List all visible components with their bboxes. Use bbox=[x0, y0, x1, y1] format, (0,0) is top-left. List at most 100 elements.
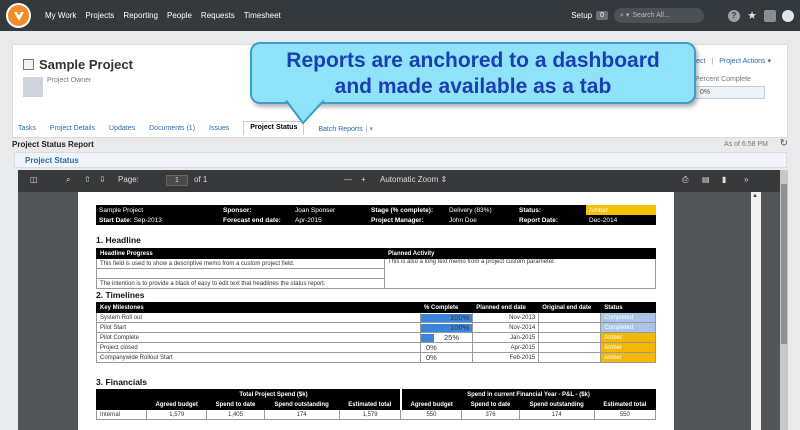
financials-title: 3. Financials bbox=[96, 377, 148, 387]
planned-activity-1: This is also a long text memo from a pro… bbox=[384, 258, 656, 289]
tab-batch-reports-label: Batch Reports bbox=[318, 126, 363, 133]
app-logo-icon[interactable] bbox=[6, 3, 31, 28]
fin-row: Internal 1,579 1,405 174 1,579 550 376 174 550 bbox=[96, 409, 657, 420]
col-original-end: Original end date bbox=[538, 302, 602, 313]
print-icon[interactable]: ⎙ bbox=[682, 175, 688, 185]
nav-people[interactable]: People bbox=[167, 11, 192, 20]
nav-projects[interactable]: Projects bbox=[85, 11, 114, 20]
headline-spacer bbox=[96, 268, 385, 279]
fin-value: 1,579 bbox=[338, 409, 402, 420]
zoom-out-icon[interactable]: — bbox=[344, 175, 352, 184]
fin-value: 550 bbox=[400, 409, 463, 420]
page-label: Page: bbox=[118, 175, 139, 184]
financials-table: Total Project Spend ($k) Spend in curren… bbox=[96, 389, 657, 420]
milestone-name: Pilot Start bbox=[96, 322, 421, 333]
next-page-icon[interactable]: ⇩ bbox=[99, 175, 106, 184]
col-pct-complete: % Complete bbox=[419, 302, 474, 313]
milestone-original bbox=[538, 352, 602, 363]
setup-badge: 0 bbox=[596, 11, 608, 20]
report-title: Project Status Report bbox=[12, 140, 94, 149]
info-project-name: Sample Project bbox=[99, 206, 144, 214]
zoom-in-icon[interactable]: + bbox=[361, 175, 366, 184]
fin-rows: Internal 1,579 1,405 174 1,579 550 376 174 550 bbox=[96, 409, 657, 420]
callout-line-1: Reports are anchored to a dashboard bbox=[286, 49, 660, 72]
page-number-input[interactable]: 1 bbox=[166, 175, 188, 186]
milestone-pct-cell: 100% bbox=[419, 322, 474, 333]
fin-value: 174 bbox=[518, 409, 595, 420]
milestone-pct-cell: 0% bbox=[419, 342, 474, 353]
percent-complete-value: 0% bbox=[695, 86, 765, 99]
tab-documents[interactable]: Documents (1) bbox=[149, 123, 195, 135]
apps-icon[interactable] bbox=[764, 9, 776, 22]
project-icon bbox=[23, 59, 34, 70]
help-icon[interactable]: ? bbox=[728, 9, 740, 22]
tab-project-details[interactable]: Project Details bbox=[50, 123, 95, 135]
project-actions: ject | Project Actions ▾ bbox=[695, 57, 771, 65]
info-report-date: Dec-2014 bbox=[589, 216, 618, 224]
milestone-pct-bar bbox=[421, 334, 434, 342]
download-icon[interactable]: ▤ bbox=[702, 175, 710, 184]
star-icon[interactable]: ★ bbox=[746, 10, 758, 22]
info-stage-label: Stage (% complete): bbox=[371, 206, 434, 214]
nav-reporting[interactable]: Reporting bbox=[123, 11, 158, 20]
fin-col-header: Agreed budget bbox=[145, 399, 208, 410]
pdf-page: Sample Project Sponsor: Joan Sponser Sta… bbox=[78, 192, 674, 430]
milestone-name: Pilot Complete bbox=[96, 332, 421, 343]
milestone-name: Companywide Rollout Start bbox=[96, 352, 421, 363]
sidebar-toggle-icon[interactable]: ◫ bbox=[30, 175, 38, 184]
actions-divider: | bbox=[711, 58, 714, 65]
project-actions-menu[interactable]: Project Actions ▾ bbox=[719, 58, 771, 65]
col-status: Status bbox=[600, 302, 656, 313]
milestone-name: System Roll out bbox=[96, 312, 421, 323]
timelines-table: Key Milestones % Complete Planned end da… bbox=[96, 302, 656, 363]
fin-value: 550 bbox=[593, 409, 657, 420]
nav-timesheet[interactable]: Timesheet bbox=[244, 11, 281, 20]
milestone-original bbox=[538, 322, 602, 333]
scroll-up-icon[interactable]: ▲ bbox=[752, 193, 758, 199]
milestone-pct: 100% bbox=[450, 323, 470, 332]
milestone-pct: 0% bbox=[426, 343, 437, 352]
nav-my-work[interactable]: My Work bbox=[45, 11, 76, 20]
refresh-icon[interactable]: ↻ bbox=[780, 138, 788, 149]
tab-updates[interactable]: Updates bbox=[109, 123, 135, 135]
bookmark-icon[interactable]: ▮ bbox=[722, 175, 726, 184]
info-report-label: Report Date: bbox=[519, 216, 559, 224]
info-forecast-label: Forecast end date: bbox=[223, 216, 281, 224]
project-status-header: Project Status bbox=[14, 152, 787, 168]
search-input[interactable]: ⌕ ▾ Search All... bbox=[614, 8, 704, 23]
setup-link[interactable]: Setup bbox=[571, 11, 592, 20]
nav-requests[interactable]: Requests bbox=[201, 11, 235, 20]
zoom-select[interactable]: Automatic Zoom ⇕ bbox=[380, 175, 447, 184]
headline-title: 1. Headline bbox=[96, 235, 141, 245]
pdf-viewer: ◫ ⌕ ⇧ ⇩ Page: 1 of 1 — + Automatic Zoom … bbox=[18, 170, 788, 430]
user-avatar-icon[interactable] bbox=[782, 9, 794, 22]
find-icon[interactable]: ⌕ bbox=[66, 175, 70, 185]
fin-group-total: Total Project Spend ($k) bbox=[145, 389, 402, 400]
previous-page-icon[interactable]: ⇧ bbox=[84, 175, 91, 184]
viewer-scrollbar-thumb[interactable] bbox=[781, 184, 787, 344]
owner-avatar bbox=[23, 77, 43, 97]
page-scrollbar[interactable]: ▲ bbox=[751, 192, 761, 430]
percent-complete: Percent Complete 0% bbox=[695, 76, 765, 99]
tab-issues[interactable]: Issues bbox=[209, 123, 229, 135]
tools-icon[interactable]: » bbox=[744, 175, 748, 184]
fin-row-label: Internal bbox=[96, 409, 147, 420]
milestone-planned: Apr-2015 bbox=[472, 342, 540, 353]
milestone-status: Amber bbox=[600, 352, 656, 363]
pdf-toolbar: ◫ ⌕ ⇧ ⇩ Page: 1 of 1 — + Automatic Zoom … bbox=[18, 170, 788, 192]
fin-col-header: Spend to date bbox=[206, 399, 265, 410]
milestone-row: Project closed 0% Apr-2015 Amber bbox=[96, 342, 656, 353]
callout-tail bbox=[283, 99, 327, 125]
milestone-planned: Nov-2014 bbox=[472, 322, 540, 333]
info-sponsor-label: Sponsor: bbox=[223, 206, 252, 214]
milestone-pct-cell: 0% bbox=[419, 352, 474, 363]
tab-tasks[interactable]: Tasks bbox=[18, 123, 36, 135]
top-nav: My Work Projects Reporting People Reques… bbox=[0, 0, 800, 31]
viewer-scrollbar[interactable] bbox=[780, 170, 788, 430]
fin-group-current: Spend in current Financial Year - P&L - … bbox=[400, 389, 656, 400]
project-link-partial[interactable]: ject bbox=[695, 58, 706, 65]
zoom-value: Automatic Zoom bbox=[380, 175, 439, 184]
nav-right: Setup 0 ⌕ ▾ Search All... ? ★ bbox=[571, 0, 794, 31]
search-icon: ⌕ ▾ bbox=[620, 12, 630, 19]
callout-annotation: Reports are anchored to a dashboard and … bbox=[250, 42, 696, 104]
